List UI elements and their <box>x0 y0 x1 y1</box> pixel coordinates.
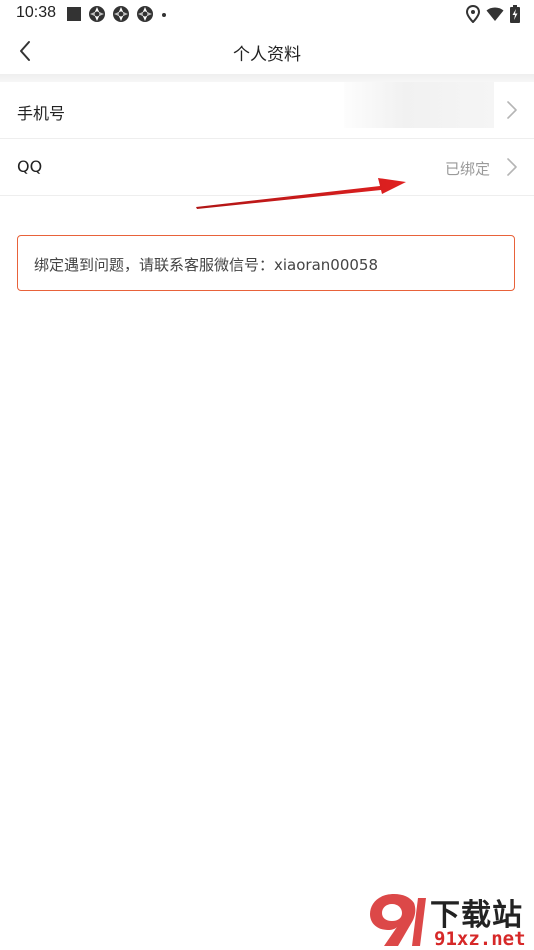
system-icons <box>465 4 520 27</box>
more-notifications-dot-icon <box>160 6 168 26</box>
wifi-icon <box>486 6 504 26</box>
location-icon <box>465 4 481 27</box>
qq-label: QQ <box>17 157 43 176</box>
battery-charging-icon <box>510 5 520 27</box>
phone-label: 手机号 <box>17 104 66 123</box>
aperture-notification-icon <box>88 5 106 27</box>
section-divider <box>0 74 534 82</box>
notification-icons <box>66 5 168 27</box>
chevron-right-icon <box>507 101 517 119</box>
support-notice-text: 绑定遇到问题，请联系客服微信号：xiaoran00058 <box>34 256 378 274</box>
site-watermark: 下载站 91xz.net <box>364 888 534 950</box>
phone-row[interactable]: 手机号 <box>0 82 534 139</box>
page-title: 个人资料 <box>233 45 301 65</box>
qq-bind-status: 已绑定 <box>444 160 490 178</box>
aperture-notification-icon <box>136 5 154 27</box>
phone-value-redacted <box>344 82 494 128</box>
watermark-en-text: 91xz.net <box>434 928 526 950</box>
status-bar: 10:38 <box>0 0 534 28</box>
app-header: 个人资料 <box>0 28 534 74</box>
chevron-right-icon <box>507 158 517 176</box>
support-notice: 绑定遇到问题，请联系客服微信号：xiaoran00058 <box>17 235 515 291</box>
status-time: 10:38 <box>16 4 57 21</box>
watermark-logo-icon <box>370 894 426 946</box>
aperture-notification-icon <box>112 5 130 27</box>
square-notification-icon <box>66 6 82 26</box>
annotation-arrow-icon <box>196 178 406 209</box>
